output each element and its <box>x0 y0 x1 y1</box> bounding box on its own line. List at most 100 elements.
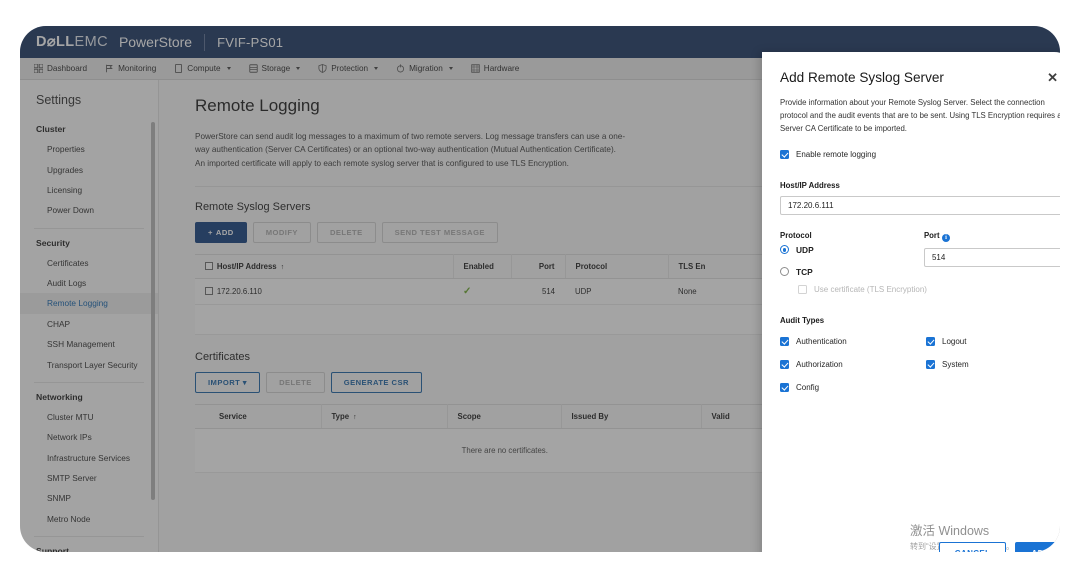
sidebar-item-remote-logging[interactable]: Remote Logging <box>20 293 158 314</box>
row-checkbox[interactable] <box>205 287 213 295</box>
authentication-checkbox[interactable] <box>780 336 789 346</box>
sidebar-item-chap[interactable]: CHAP <box>20 314 158 334</box>
dialog-footer: CANCEL ADD <box>938 542 1060 552</box>
nav-label: Dashboard <box>47 64 88 73</box>
sidebar-item-licensing[interactable]: Licensing <box>20 180 158 200</box>
protocol-label: Protocol <box>780 230 812 240</box>
import-button[interactable]: IMPORT ▾ <box>195 371 261 393</box>
scroll-up-arrow-icon[interactable]: ▲ <box>151 118 156 120</box>
dialog-add-button[interactable]: ADD <box>1015 542 1060 552</box>
sidebar-item-transport-layer-security[interactable]: Transport Layer Security <box>20 354 158 374</box>
info-icon[interactable]: i <box>941 233 951 243</box>
tcp-radio[interactable] <box>780 267 789 277</box>
protocol-option-tcp[interactable]: TCP <box>780 267 924 277</box>
chevron-down-icon <box>374 67 379 70</box>
plus-icon: + <box>208 227 213 237</box>
column-header-host[interactable]: Host/IP Address ↑ <box>195 253 454 279</box>
sidebar-item-certificates[interactable]: Certificates <box>20 253 158 273</box>
config-label: Config <box>796 382 820 392</box>
column-header-issued-by[interactable]: Issued By <box>561 403 702 429</box>
udp-radio[interactable] <box>780 245 789 255</box>
sidebar-scroll-area[interactable]: ▲ Cluster Properties Upgrades Licensing … <box>20 118 158 552</box>
column-header-port[interactable]: Port <box>511 253 566 279</box>
sidebar-item-upgrades[interactable]: Upgrades <box>20 159 158 179</box>
migration-icon <box>396 64 405 73</box>
chevron-down-icon <box>226 67 231 70</box>
nav-item-dashboard[interactable]: Dashboard <box>33 63 88 74</box>
nav-label: Hardware <box>483 64 520 73</box>
logout-checkbox[interactable] <box>926 336 935 346</box>
sidebar-item-metro-node[interactable]: Metro Node <box>20 509 158 529</box>
audit-type-system[interactable]: System <box>926 359 1060 369</box>
dialog-title: Add Remote Syslog Server <box>780 70 944 85</box>
table-empty-row: There are no certificates. <box>195 428 815 473</box>
sidebar-item-network-ips[interactable]: Network IPs <box>20 427 158 447</box>
watermark-title: 激活 Windows <box>910 524 990 538</box>
chevron-down-icon: ▾ <box>242 377 248 387</box>
column-header-enabled[interactable]: Enabled <box>453 253 512 279</box>
port-input[interactable] <box>923 248 1060 268</box>
sidebar-item-smtp-server[interactable]: SMTP Server <box>20 468 158 488</box>
nav-label: Storage <box>261 64 291 73</box>
udp-label: UDP <box>796 244 814 255</box>
table-row[interactable]: 172.20.6.110 ✓ 514 UDP None <box>195 278 815 305</box>
column-header-scope[interactable]: Scope <box>447 403 562 429</box>
sidebar-divider <box>34 536 144 537</box>
authorization-checkbox[interactable] <box>780 359 789 369</box>
nav-item-compute[interactable]: Compute <box>174 63 231 74</box>
sidebar-item-properties[interactable]: Properties <box>20 139 158 159</box>
add-button-label: ADD <box>215 227 234 237</box>
dialog-header: Add Remote Syslog Server ✕ <box>762 52 1060 85</box>
authorization-label: Authorization <box>796 359 843 369</box>
protocol-option-udp[interactable]: UDP <box>780 245 924 255</box>
sort-ascending-icon: ↑ <box>280 263 285 271</box>
system-checkbox[interactable] <box>926 359 935 369</box>
chevron-down-icon <box>296 67 301 70</box>
sidebar-group-cluster: Cluster <box>36 124 66 134</box>
certificate-delete-button: DELETE <box>266 371 325 393</box>
dell-logo: D⌀LLEMC <box>36 34 108 50</box>
config-checkbox[interactable] <box>780 382 789 392</box>
column-header-type[interactable]: Type ↑ <box>321 403 448 429</box>
nav-item-protection[interactable]: Protection <box>318 64 379 74</box>
sidebar-item-infrastructure-services[interactable]: Infrastructure Services <box>20 448 158 468</box>
application-window: D⌀LLEMC PowerStore FVIF-PS01 Dashboard M… <box>20 26 1060 552</box>
sidebar-scrollbar[interactable] <box>150 122 155 500</box>
audit-type-authentication[interactable]: Authentication <box>780 336 926 346</box>
add-button[interactable]: + ADD <box>195 221 247 243</box>
protocol-group: Protocol UDP TCP <box>780 231 924 289</box>
column-header-service[interactable]: Service <box>195 403 322 429</box>
database-icon <box>248 64 258 73</box>
sidebar-item-snmp[interactable]: SNMP <box>20 488 158 508</box>
column-label: Host/IP Address <box>216 261 277 271</box>
sidebar-item-cluster-mtu[interactable]: Cluster MTU <box>20 407 158 427</box>
audit-type-logout[interactable]: Logout <box>926 336 1060 346</box>
cell-protocol: UDP <box>565 278 668 305</box>
host-ip-input[interactable] <box>780 195 1060 215</box>
close-icon[interactable]: ✕ <box>1045 70 1060 85</box>
cancel-button[interactable]: CANCEL <box>938 542 1007 552</box>
sidebar-item-audit-logs[interactable]: Audit Logs <box>20 273 158 293</box>
enable-remote-logging-checkbox[interactable] <box>780 149 789 159</box>
generate-csr-button[interactable]: GENERATE CSR <box>330 371 422 393</box>
nav-item-storage[interactable]: Storage <box>248 64 301 73</box>
port-label: Port i <box>924 231 1060 243</box>
nav-item-migration[interactable]: Migration <box>396 64 453 73</box>
logout-label: Logout <box>942 336 967 346</box>
settings-sidebar[interactable]: Settings ▲ Cluster Properties Upgrades L… <box>20 80 159 552</box>
audit-type-authorization[interactable]: Authorization <box>780 359 926 369</box>
host-value: 172.20.6.110 <box>216 286 262 296</box>
table-header-row: Service Type ↑ Scope Issued By Valid <box>195 403 815 429</box>
nav-item-hardware[interactable]: Hardware <box>471 64 520 73</box>
sort-ascending-icon: ↑ <box>353 413 357 421</box>
sidebar-group-networking: Networking <box>36 391 83 402</box>
enable-remote-logging-row[interactable]: Enable remote logging <box>780 149 1060 159</box>
audit-type-config[interactable]: Config <box>780 382 926 392</box>
column-header-protocol[interactable]: Protocol <box>565 253 669 279</box>
nav-item-monitoring[interactable]: Monitoring <box>105 64 156 73</box>
audit-types-grid: Authentication Logout Authorization Syst… <box>780 336 1060 392</box>
sidebar-item-power-down[interactable]: Power Down <box>20 200 158 220</box>
product-name: PowerStore <box>118 34 193 50</box>
sidebar-item-ssh-management[interactable]: SSH Management <box>20 334 158 354</box>
select-all-checkbox[interactable] <box>205 262 213 270</box>
